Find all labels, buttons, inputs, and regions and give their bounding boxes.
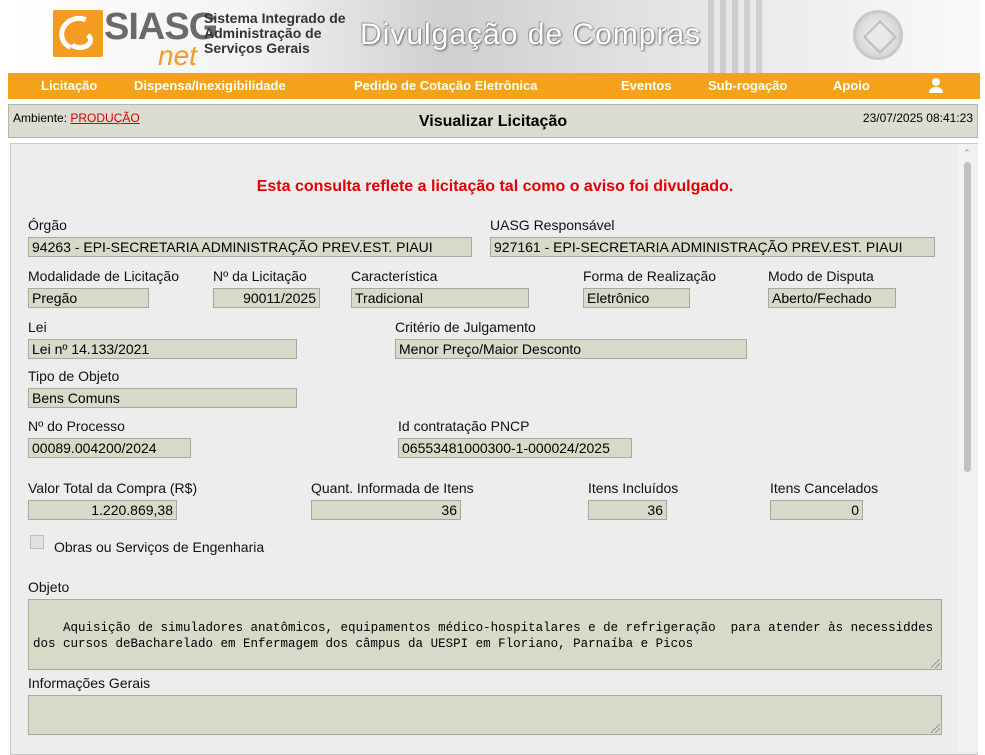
valor-total-label: Valor Total da Compra (R$) xyxy=(28,480,198,496)
menu-item-dispensa[interactable]: Dispensa/Inexigibilidade xyxy=(134,78,286,93)
system-name-line-1: Sistema Integrado de xyxy=(204,10,346,26)
modalidade-label: Modalidade de Licitação xyxy=(28,268,179,284)
pncp-label: Id contratação PNCP xyxy=(398,418,530,434)
forma-realizacao-label: Forma de Realização xyxy=(583,268,717,284)
uasg-label: UASG Responsável xyxy=(490,217,615,233)
notice-message: Esta consulta reflete a licitação tal co… xyxy=(256,178,734,195)
resize-grip-icon[interactable] xyxy=(931,724,940,733)
content-panel: Esta consulta reflete a licitação tal co… xyxy=(10,143,978,755)
menu-item-apoio[interactable]: Apoio xyxy=(833,78,870,93)
obras-label: Obras ou Serviços de Engenharia xyxy=(54,539,265,555)
obras-checkbox[interactable] xyxy=(30,535,44,549)
vertical-scrollbar[interactable]: ⌃ xyxy=(958,144,978,752)
orgao-field[interactable]: 94263 - EPI-SECRETARIA ADMINISTRAÇÃO PRE… xyxy=(28,237,472,257)
tipo-objeto-label: Tipo de Objeto xyxy=(28,368,120,384)
page-title: Visualizar Licitação xyxy=(418,113,568,130)
tipo-objeto-field[interactable]: Bens Comuns xyxy=(28,388,297,408)
lei-field[interactable]: Lei nº 14.133/2021 xyxy=(28,339,297,359)
system-name-line-3: Serviços Gerais xyxy=(204,40,310,56)
itens-cancelados-field[interactable]: 0 xyxy=(770,500,863,520)
menu-item-sub-rogacao[interactable]: Sub-rogação xyxy=(708,78,787,93)
user-icon[interactable] xyxy=(929,78,943,94)
coat-of-arms-icon xyxy=(853,10,903,60)
quant-itens-field[interactable]: 36 xyxy=(311,500,461,520)
current-datetime: 23/07/2025 08:41:23 xyxy=(862,111,973,125)
main-menu: Licitação Dispensa/Inexigibilidade Pedid… xyxy=(8,73,980,99)
forma-realizacao-field[interactable]: Eletrônico xyxy=(583,288,690,308)
quant-itens-label: Quant. Informada de Itens xyxy=(311,480,474,496)
caracteristica-label: Característica xyxy=(351,268,438,284)
criterio-label: Critério de Julgamento xyxy=(395,319,536,335)
menu-item-licitacao[interactable]: Licitação xyxy=(41,78,97,93)
numero-licitacao-field[interactable]: 90011/2025 xyxy=(213,288,320,308)
scrollbar-thumb[interactable] xyxy=(964,162,971,472)
numero-licitacao-label: Nº da Licitação xyxy=(213,268,307,284)
lei-label: Lei xyxy=(28,319,47,335)
banner-headline: Divulgação de Compras xyxy=(360,18,702,51)
itens-incluidos-field[interactable]: 36 xyxy=(588,500,667,520)
title-bar: Ambiente: PRODUÇÃO Visualizar Licitação … xyxy=(8,104,978,138)
resize-grip-icon[interactable] xyxy=(931,659,940,668)
banner-photo xyxy=(708,0,768,73)
info-gerais-textarea[interactable] xyxy=(28,695,942,735)
orgao-label: Órgão xyxy=(28,217,67,233)
siasg-logo-icon xyxy=(53,10,103,57)
menu-item-eventos[interactable]: Eventos xyxy=(621,78,672,93)
info-gerais-label: Informações Gerais xyxy=(28,675,151,691)
modo-disputa-label: Modo de Disputa xyxy=(768,268,874,284)
processo-label: Nº do Processo xyxy=(28,418,125,434)
modalidade-field[interactable]: Pregão xyxy=(28,288,149,308)
header-banner: SIASG net Sistema Integrado de Administr… xyxy=(8,0,980,73)
objeto-label: Objeto xyxy=(28,579,70,595)
objeto-text: Aquisição de simuladores anatômicos, equ… xyxy=(33,621,941,651)
system-name-line-2: Administração de xyxy=(204,25,322,41)
itens-cancelados-label: Itens Cancelados xyxy=(770,480,879,496)
system-name: Sistema Integrado de Administração de Se… xyxy=(204,11,354,56)
caracteristica-field[interactable]: Tradicional xyxy=(351,288,529,308)
pncp-field[interactable]: 06553481000300-1-000024/2025 xyxy=(398,438,632,458)
valor-total-field[interactable]: 1.220.869,38 xyxy=(28,500,177,520)
objeto-textarea[interactable]: Aquisição de simuladores anatômicos, equ… xyxy=(28,599,942,670)
scroll-up-icon[interactable]: ⌃ xyxy=(963,148,971,159)
uasg-field[interactable]: 927161 - EPI-SECRETARIA ADMINISTRAÇÃO PR… xyxy=(490,237,935,257)
criterio-field[interactable]: Menor Preço/Maior Desconto xyxy=(395,339,747,359)
menu-item-pedido-cotacao[interactable]: Pedido de Cotação Eletrônica xyxy=(354,78,538,93)
itens-incluidos-label: Itens Incluídos xyxy=(588,480,679,496)
processo-field[interactable]: 00089.004200/2024 xyxy=(28,438,191,458)
logo-sub-text: net xyxy=(158,40,197,71)
modo-disputa-field[interactable]: Aberto/Fechado xyxy=(768,288,896,308)
